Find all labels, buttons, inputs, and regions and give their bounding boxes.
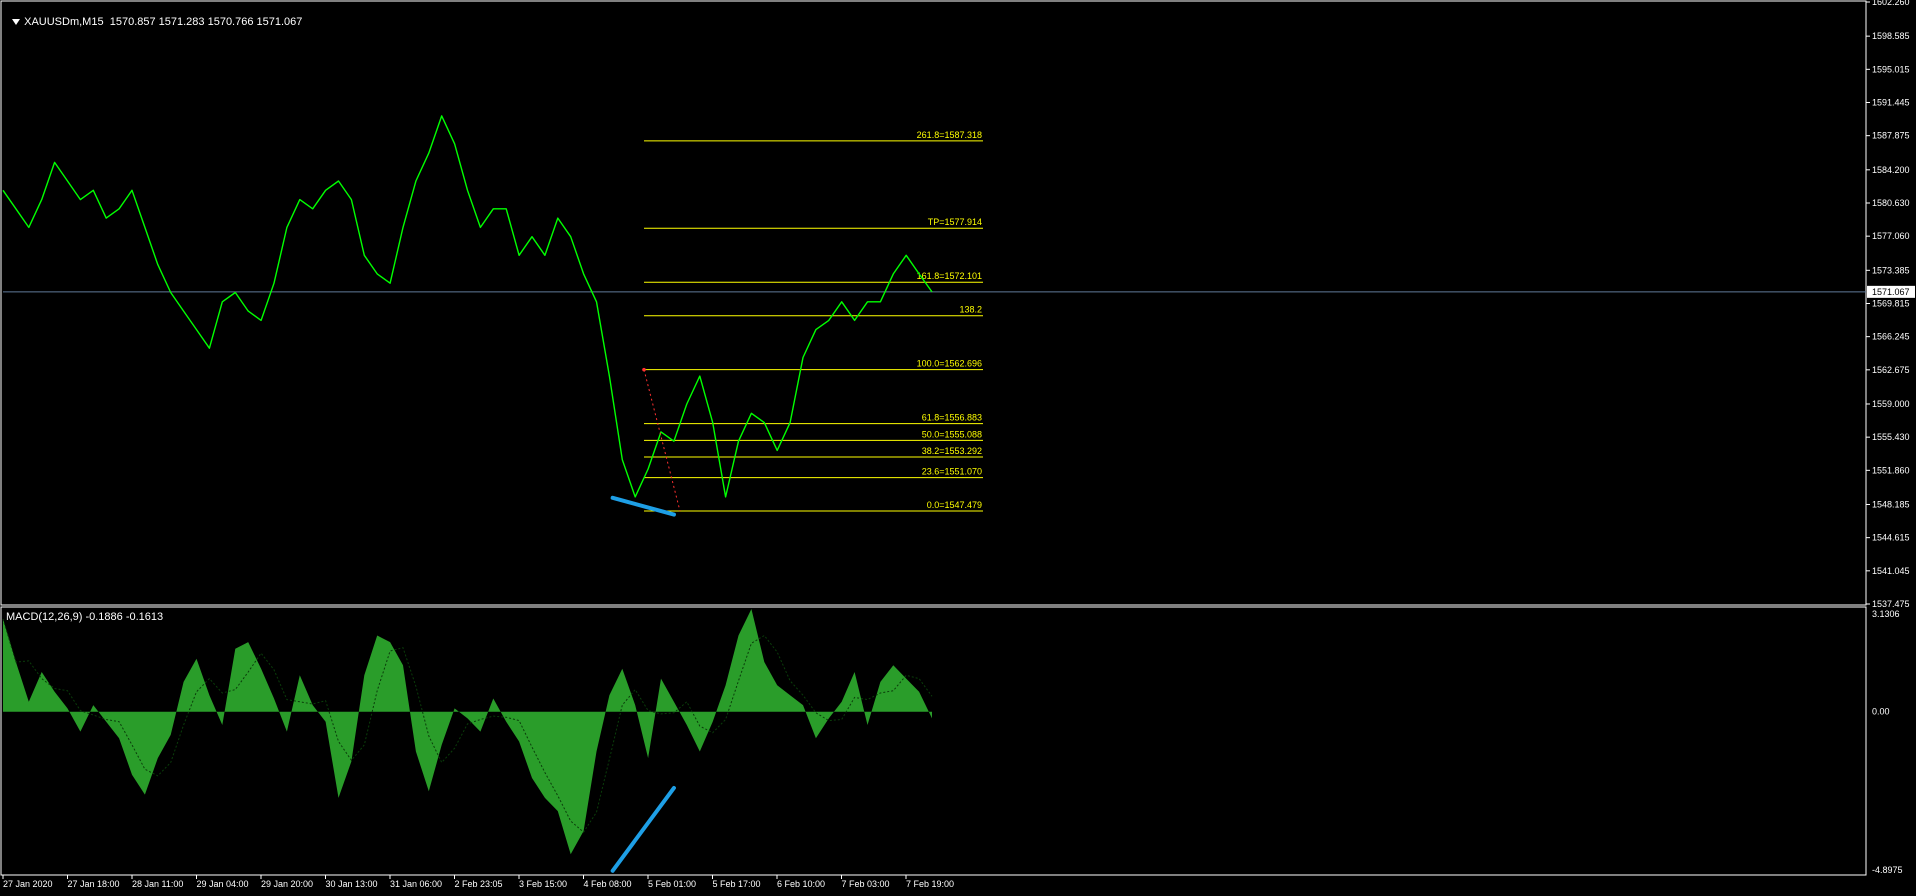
fib-level-label: 23.6=1551.070 (922, 467, 982, 477)
price-axis-label: 1580.630 (1872, 198, 1910, 208)
price-axis-label: 1544.615 (1872, 533, 1910, 543)
time-axis-label: 7 Feb 03:00 (842, 879, 890, 889)
time-axis-label: 4 Feb 08:00 (584, 879, 632, 889)
time-axis-label: 5 Feb 01:00 (648, 879, 696, 889)
symbol-info: XAUUSDm,M15 1570.857 1571.283 1570.766 1… (6, 4, 302, 28)
price-axis-label: 1551.860 (1872, 465, 1910, 475)
fib-level-label: 261.8=1587.318 (917, 130, 982, 140)
price-axis-label: 1569.815 (1872, 298, 1910, 308)
price-axis-label: 1541.045 (1872, 566, 1910, 576)
price-axis-label: 1587.875 (1872, 131, 1910, 141)
fib-level-label: 38.2=1553.292 (922, 446, 982, 456)
fib-level-label: 50.0=1555.088 (922, 429, 982, 439)
ohlc-values: 1570.857 1571.283 1570.766 1571.067 (109, 16, 303, 28)
price-axis-label: 1559.000 (1872, 399, 1910, 409)
chart-window: 0.0=1547.479 23.6=1551.070 38.2=1553.292 50… (0, 0, 1916, 896)
price-axis-label: 1584.200 (1872, 165, 1910, 175)
macd-scale-label: 0.00 (1872, 707, 1890, 717)
macd-scale-label: 3.1306 (1872, 609, 1900, 619)
time-axis-label: 28 Jan 11:00 (132, 879, 183, 889)
time-axis-label: 5 Feb 17:00 (713, 879, 761, 889)
fib-anchor-point[interactable] (642, 367, 646, 372)
time-axis-label: 27 Jan 2020 (3, 879, 53, 889)
price-axis-label: 1577.060 (1872, 231, 1910, 241)
price-axis-label: 1555.430 (1872, 432, 1910, 442)
time-axis-label: 31 Jan 06:00 (390, 879, 442, 889)
fib-level-label: 61.8=1556.883 (922, 413, 982, 423)
time-axis-label: 6 Feb 10:00 (777, 879, 825, 889)
fib-level-label: 0.0=1547.479 (927, 500, 982, 510)
fib-level-label: 138.2 (959, 305, 982, 315)
macd-label: MACD(12,26,9) -0.1886 -0.1613 (6, 611, 164, 623)
price-axis-label: 1595.015 (1872, 64, 1910, 74)
time-axis-label: 3 Feb 15:00 (519, 879, 567, 889)
price-axis-label: 1548.185 (1872, 499, 1910, 509)
price-axis-label: 1602.260 (1872, 0, 1910, 7)
chevron-down-icon[interactable] (12, 19, 21, 26)
time-axis-label: 30 Jan 13:00 (326, 879, 378, 889)
symbol-label: XAUUSDm,M15 (24, 16, 104, 28)
current-price-label: 1571.067 (1872, 287, 1910, 297)
time-axis-label: 29 Jan 04:00 (197, 879, 249, 889)
time-axis-label: 27 Jan 18:00 (68, 879, 120, 889)
price-axis-label: 1537.475 (1872, 599, 1910, 609)
fib-level-label: TP=1577.914 (928, 217, 982, 227)
time-axis-label: 7 Feb 19:00 (906, 879, 954, 889)
fib-level-label: 161.8=1572.101 (917, 271, 982, 281)
price-axis-label: 1562.675 (1872, 365, 1910, 375)
price-axis-label: 1566.245 (1872, 332, 1910, 342)
price-axis-label: 1573.385 (1872, 265, 1910, 275)
macd-scale-label: -4.8975 (1872, 865, 1903, 875)
time-axis-label: 29 Jan 20:00 (261, 879, 313, 889)
time-axis-label: 2 Feb 23:05 (455, 879, 503, 889)
price-axis-label: 1598.585 (1872, 31, 1910, 41)
fib-level-label: 100.0=1562.696 (917, 359, 982, 369)
price-axis-label: 1591.445 (1872, 97, 1910, 107)
